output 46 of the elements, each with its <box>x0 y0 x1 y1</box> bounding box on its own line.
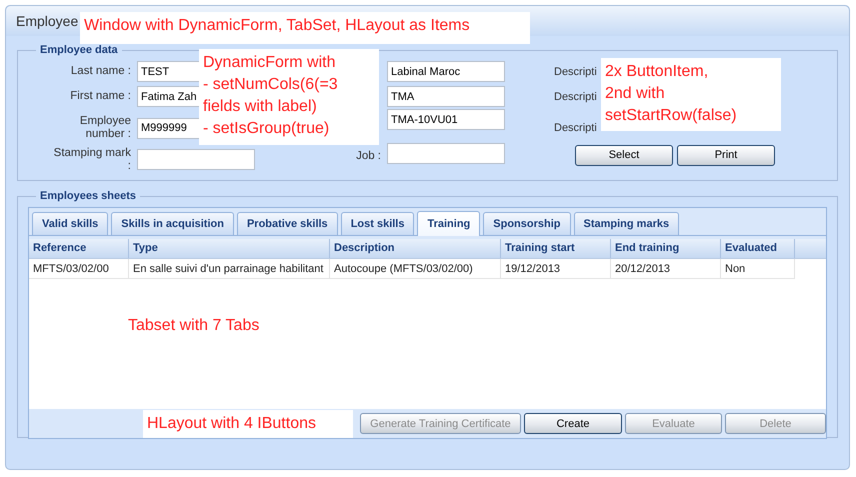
column-header[interactable]: Evaluated <box>721 239 795 258</box>
table-cell: En salle suivi d'un parrainage habilitant <box>129 259 330 279</box>
field-label: Descripti <box>554 90 597 102</box>
text-field[interactable]: TMA-10VU01 <box>387 109 505 130</box>
field-label: First name : <box>70 90 131 103</box>
tab[interactable]: Training <box>417 211 480 236</box>
window-title: Employee <box>16 13 78 29</box>
table-cell: MFTS/03/02/00 <box>29 259 129 279</box>
annotation-note: HLayout with 4 IButtons <box>143 410 353 438</box>
action-button[interactable]: Create <box>524 413 622 434</box>
table-cell: Non <box>721 259 795 279</box>
tab[interactable]: Probative skills <box>236 212 338 235</box>
annotation-note: Tabset with 7 Tabs <box>127 316 260 336</box>
group-legend: Employees sheets <box>36 190 140 202</box>
tab[interactable]: Lost skills <box>340 212 414 235</box>
tab[interactable]: Valid skills <box>32 212 108 235</box>
text-field[interactable]: Labinal Maroc <box>387 61 505 82</box>
field-label: Last name : <box>70 65 131 78</box>
tab[interactable]: Skills in acquisition <box>111 212 234 235</box>
text-field[interactable]: M999999 <box>137 118 200 138</box>
tab[interactable]: Stamping marks <box>574 212 680 235</box>
field-label: Stamping mark : <box>52 146 131 172</box>
column-header[interactable]: Training start <box>501 239 611 258</box>
field-label: Employee number : <box>78 115 131 141</box>
table-cell: Autocoupe (MFTS/03/02/00) <box>330 259 501 279</box>
form-button[interactable]: Select <box>575 144 673 166</box>
column-header[interactable]: End training <box>611 239 721 258</box>
text-field[interactable] <box>137 149 255 170</box>
form-button[interactable]: Print <box>677 144 775 166</box>
group-legend: Employee data <box>36 44 122 56</box>
text-field[interactable]: TEST <box>137 61 200 82</box>
table-cell: 20/12/2013 <box>611 259 721 279</box>
annotation-note: DynamicForm with - setNumCols(6(=3 fields with label) - setIsGroup(true) <box>199 49 379 145</box>
text-field[interactable] <box>387 143 505 164</box>
table-cell: 19/12/2013 <box>501 259 611 279</box>
field-label: Job : <box>356 150 381 163</box>
column-header[interactable]: Reference <box>29 239 129 258</box>
tab[interactable]: Sponsorship <box>483 212 570 235</box>
field-label: Descripti <box>554 122 597 134</box>
text-field[interactable]: Fatima Zah <box>137 86 200 107</box>
annotation-note: 2x ButtonItem, 2nd with setStartRow(false) <box>601 58 781 131</box>
field-label: Descripti <box>554 66 597 78</box>
annotation-note: Window with DynamicForm, TabSet, HLayout as Items <box>80 12 530 44</box>
text-field[interactable]: TMA <box>387 86 505 107</box>
column-header[interactable]: Type <box>129 239 330 258</box>
column-header[interactable]: Description <box>330 239 501 258</box>
